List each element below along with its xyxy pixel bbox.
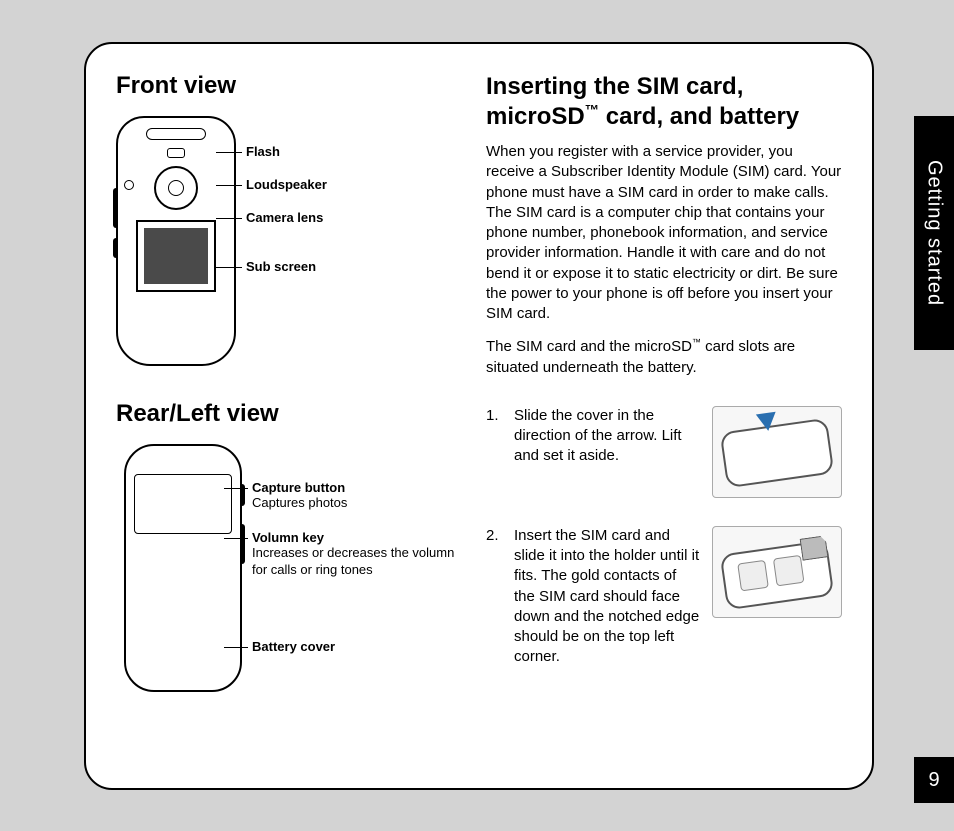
step-number: 2. xyxy=(486,526,506,668)
callout-sub-screen: Sub screen xyxy=(246,259,327,274)
left-column: Front view Flash Loud xyxy=(116,72,466,760)
callout-capture-button: Capture button Captures photos xyxy=(252,480,466,512)
sim-paragraph-2: The SIM card and the microSD™ card slots… xyxy=(486,336,842,378)
step-1: 1. Slide the cover in the direction of t… xyxy=(486,406,842,498)
camera-lens-icon xyxy=(154,166,198,210)
section-tab: Getting started xyxy=(914,116,954,350)
step-text: Insert the SIM card and slide it into th… xyxy=(514,526,700,668)
volume-key-icon xyxy=(240,524,245,564)
front-view-callouts: Flash Loudspeaker Camera lens Sub screen xyxy=(246,116,327,274)
right-column: Inserting the SIM card, microSD™ card, a… xyxy=(486,72,842,760)
page-content-frame: Front view Flash Loud xyxy=(84,42,874,790)
step-2-illustration xyxy=(712,526,842,618)
rear-view-callouts: Capture button Captures photos Volumn ke… xyxy=(252,444,466,672)
loudspeaker-icon xyxy=(124,180,134,190)
section-tab-label: Getting started xyxy=(923,160,946,306)
callout-battery-cover: Battery cover xyxy=(252,639,466,654)
sim-paragraph-1: When you register with a service provide… xyxy=(486,142,842,324)
page-number-badge: 9 xyxy=(914,757,954,803)
steps-list: 1. Slide the cover in the direction of t… xyxy=(486,406,842,668)
rear-view-heading: Rear/Left view xyxy=(116,400,466,428)
sub-screen-icon xyxy=(136,220,216,292)
front-view-diagram: Flash Loudspeaker Camera lens Sub screen xyxy=(116,116,466,366)
side-button-icon xyxy=(113,238,118,258)
sim-card-icon xyxy=(800,535,829,560)
callout-flash: Flash xyxy=(246,144,327,159)
callout-camera-lens: Camera lens xyxy=(246,210,327,225)
side-button-icon xyxy=(113,188,118,228)
callout-volume-key: Volumn key Increases or decreases the vo… xyxy=(252,530,466,579)
page-number: 9 xyxy=(928,769,939,792)
step-text: Slide the cover in the direction of the … xyxy=(514,406,700,467)
flash-icon xyxy=(167,148,185,158)
phone-front-illustration xyxy=(116,116,236,366)
step-1-illustration xyxy=(712,406,842,498)
arrow-icon xyxy=(756,411,778,432)
front-view-heading: Front view xyxy=(116,72,466,100)
sim-section-heading: Inserting the SIM card, microSD™ card, a… xyxy=(486,72,842,132)
step-number: 1. xyxy=(486,406,506,467)
earpiece-icon xyxy=(146,128,206,140)
phone-rear-illustration xyxy=(124,444,242,692)
rear-panel-icon xyxy=(134,474,232,534)
callout-loudspeaker: Loudspeaker xyxy=(246,177,327,192)
rear-view-diagram: Capture button Captures photos Volumn ke… xyxy=(116,444,466,692)
step-2: 2. Insert the SIM card and slide it into… xyxy=(486,526,842,668)
